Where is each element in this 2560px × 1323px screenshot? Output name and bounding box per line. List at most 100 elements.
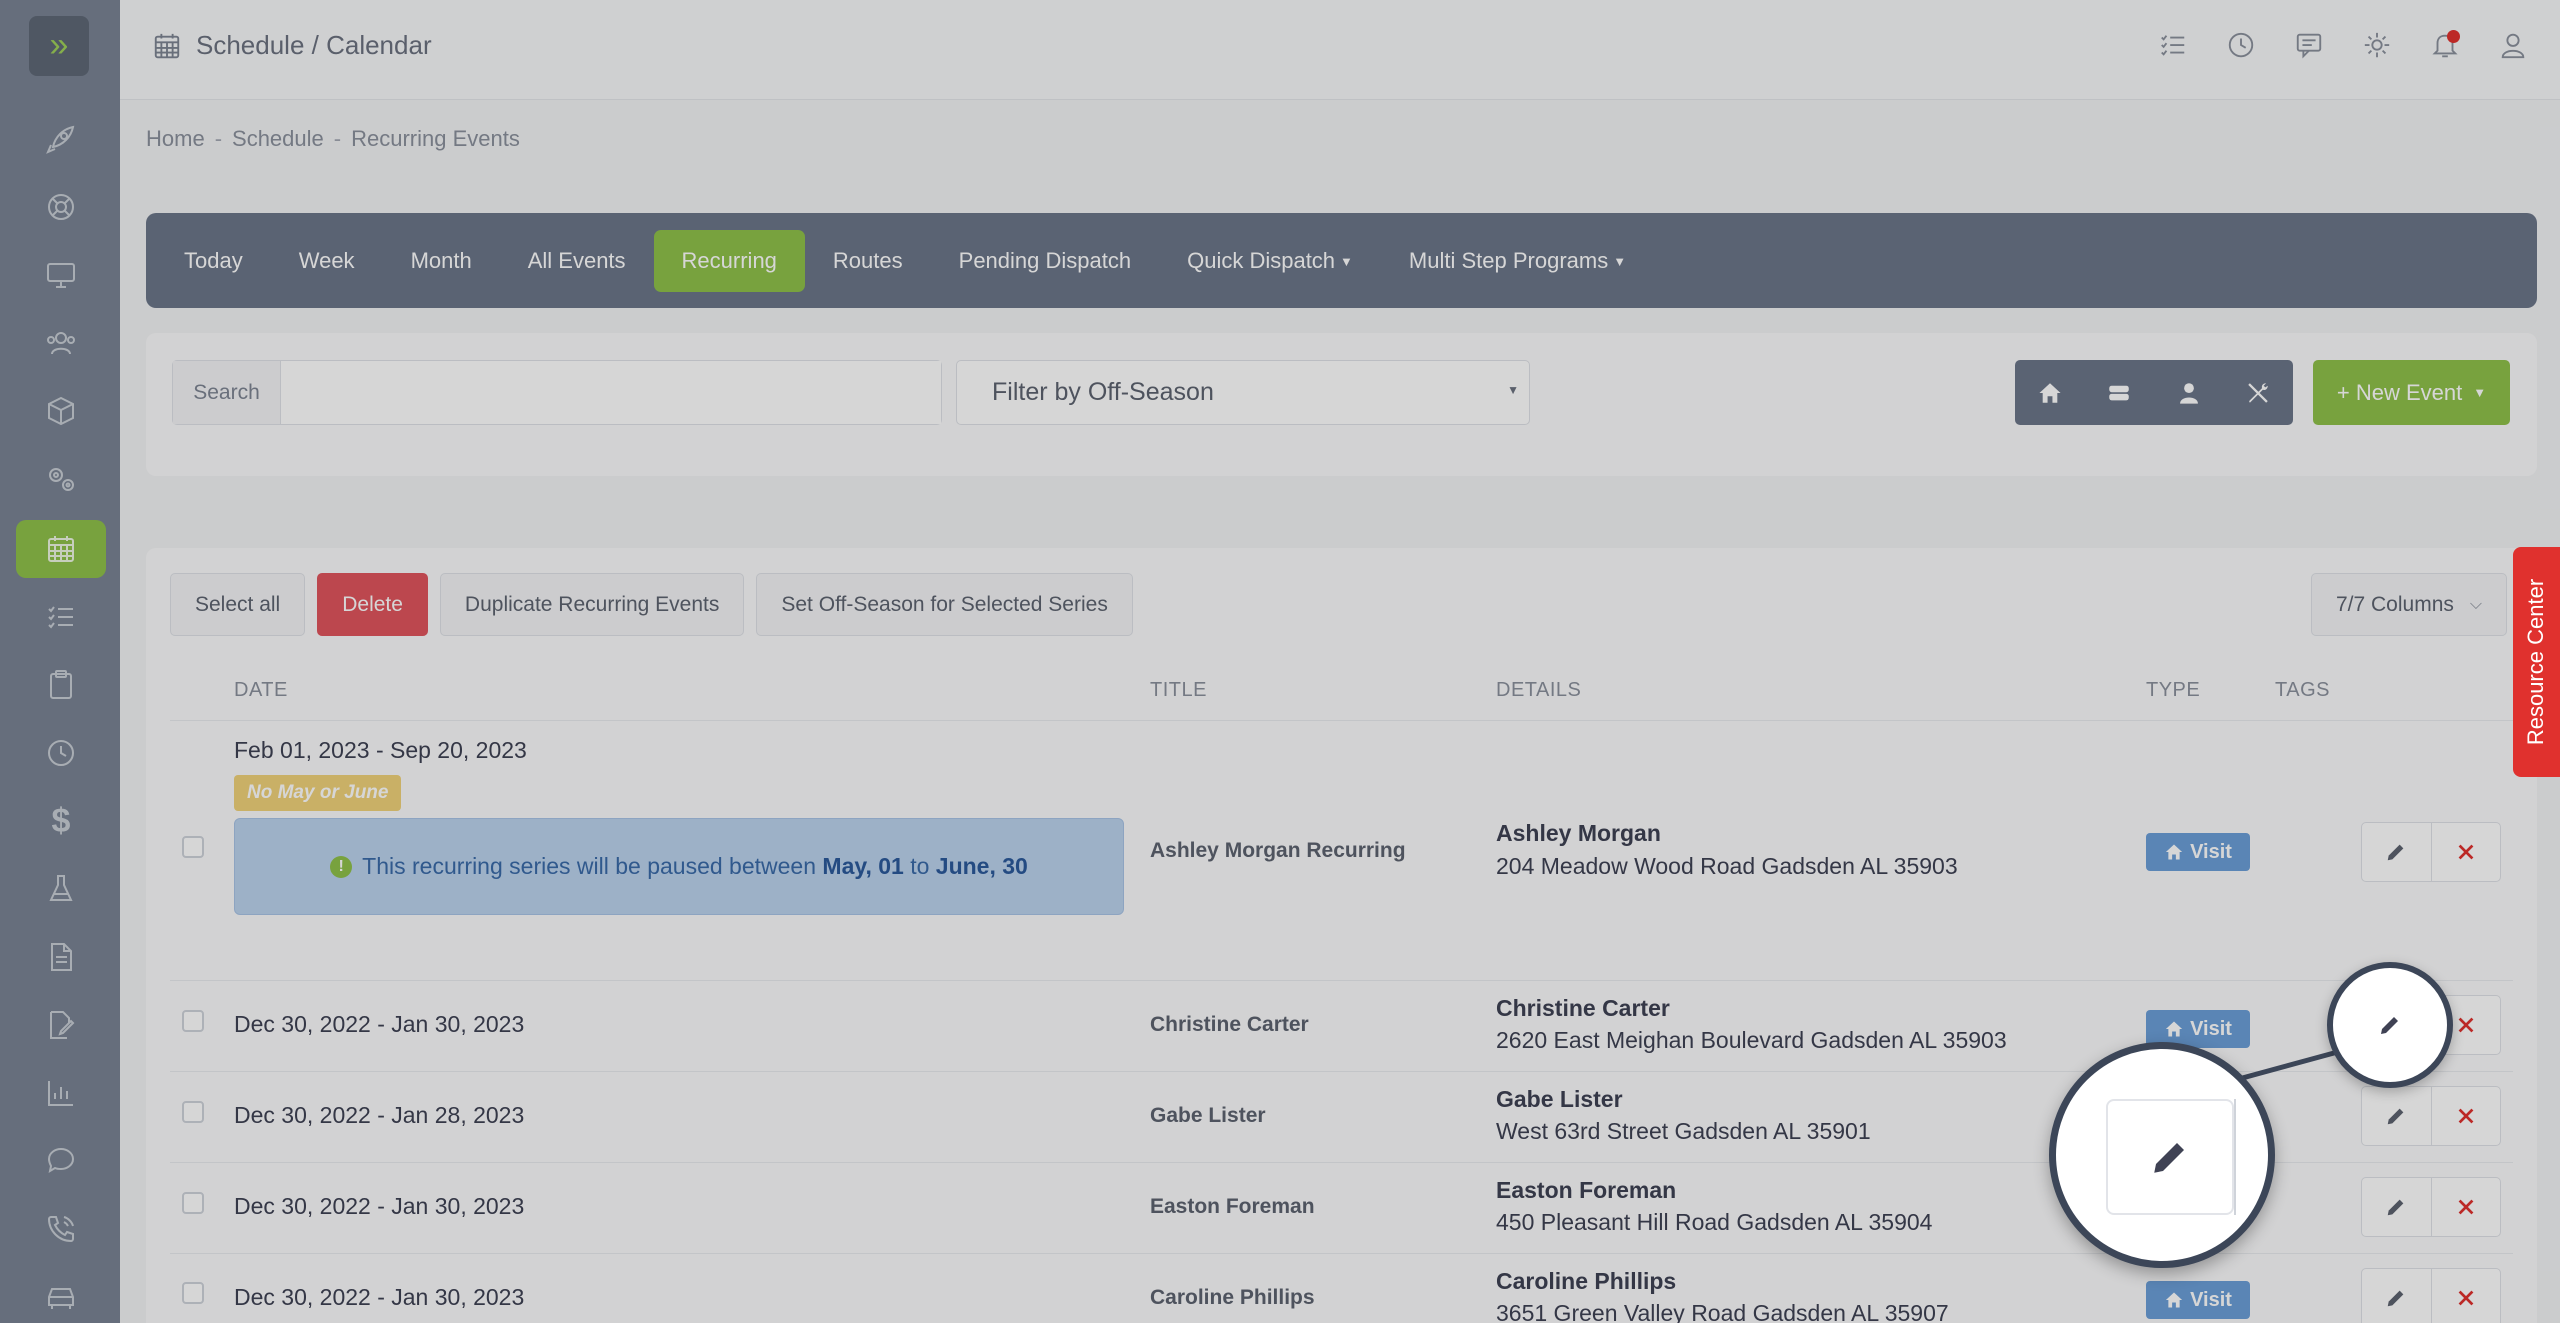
pencil-icon	[2381, 1017, 2398, 1034]
sidebar-item-reports[interactable]	[16, 1064, 106, 1122]
row-checkbox[interactable]	[182, 1192, 204, 1214]
sidebar-item-contracts[interactable]	[16, 996, 106, 1054]
sidebar-item-lab[interactable]	[16, 860, 106, 918]
settings-header-button[interactable]	[2362, 30, 2394, 62]
vehicle-icon	[48, 1288, 74, 1309]
columns-toggle-button[interactable]: 7/7 Columns ⌵	[2311, 573, 2507, 636]
sidebar-item-rocket[interactable]	[16, 110, 106, 168]
service-filter-button[interactable]	[2224, 360, 2294, 425]
highlighted-edit-button[interactable]	[2327, 962, 2453, 1088]
tab-routes[interactable]: Routes	[805, 230, 931, 292]
duplicate-recurring-button[interactable]: Duplicate Recurring Events	[439, 573, 745, 636]
delete-row-button[interactable]	[2430, 1178, 2501, 1236]
row-title[interactable]: Caroline Phillips	[1150, 1286, 1315, 1310]
sidebar-item-documents[interactable]	[16, 928, 106, 986]
sidebar-item-settings[interactable]	[16, 450, 106, 508]
phone-icon	[47, 1216, 74, 1243]
row-customer-name: Gabe Lister	[1496, 1086, 1623, 1112]
sidebar-item-support[interactable]	[16, 178, 106, 236]
tab-quick-dispatch[interactable]: Quick Dispatch ▼	[1159, 230, 1381, 292]
type-badge-label: Visit	[2190, 840, 2232, 863]
tab-week[interactable]: Week	[271, 230, 383, 292]
delete-row-button[interactable]	[2430, 1087, 2501, 1145]
tab-month[interactable]: Month	[383, 230, 500, 292]
messages-header-button[interactable]	[2294, 30, 2326, 62]
column-header-date[interactable]: DATE	[234, 679, 288, 702]
timesheet-header-button[interactable]	[2226, 30, 2258, 62]
home-filter-button[interactable]	[2015, 360, 2085, 425]
breadcrumb-home[interactable]: Home	[146, 126, 205, 152]
sidebar-item-messages[interactable]	[16, 1132, 106, 1190]
edit-button[interactable]	[2362, 823, 2431, 881]
set-offseason-button[interactable]: Set Off-Season for Selected Series	[756, 573, 1133, 636]
gear-icon	[2364, 32, 2390, 58]
sidebar-toggle-button[interactable]: »	[29, 16, 89, 76]
tab-multi-step-programs[interactable]: Multi Step Programs ▼	[1381, 230, 1654, 292]
row-customer-name: Ashley Morgan	[1496, 820, 1661, 846]
sidebar-item-customers[interactable]	[16, 314, 106, 372]
routes-filter-button[interactable]	[2085, 360, 2155, 425]
row-customer-name: Caroline Phillips	[1496, 1268, 1677, 1294]
checklist-icon	[48, 606, 73, 629]
sidebar-item-tasks[interactable]	[16, 588, 106, 646]
pause-alert-text: This recurring series will be paused bet…	[362, 853, 1028, 880]
edit-button[interactable]	[2362, 1269, 2431, 1323]
select-all-button[interactable]: Select all	[170, 573, 306, 636]
offseason-filter-select[interactable]: Filter by Off-Season ▼	[956, 360, 1530, 425]
row-checkbox[interactable]	[182, 1282, 204, 1304]
tasks-header-button[interactable]	[2158, 30, 2190, 62]
caret-down-icon: ▼	[1340, 253, 1353, 269]
sidebar-item-schedule[interactable]	[16, 520, 106, 578]
row-address: 204 Meadow Wood Road Gadsden AL 35903	[1496, 853, 1958, 879]
breadcrumb-current: Recurring Events	[351, 126, 520, 151]
tab-today[interactable]: Today	[156, 230, 271, 292]
breadcrumb-schedule[interactable]: Schedule	[232, 126, 324, 152]
caret-down-icon: ▼	[1613, 253, 1627, 269]
delete-row-button[interactable]	[2430, 1269, 2501, 1323]
checklist-icon	[2161, 35, 2185, 56]
tab-recurring[interactable]: Recurring	[653, 229, 805, 292]
header-divider	[170, 720, 2513, 721]
row-checkbox[interactable]	[182, 836, 204, 858]
columns-toggle-label: 7/7 Columns	[2335, 592, 2454, 616]
column-header-title[interactable]: TITLE	[1150, 679, 1207, 702]
page-title: Schedule / Calendar	[152, 30, 432, 61]
row-address: 2620 East Meighan Boulevard Gadsden AL 3…	[1496, 1027, 2007, 1053]
tab-all-events[interactable]: All Events	[500, 230, 654, 292]
sidebar: » $	[0, 0, 120, 1323]
row-date: Dec 30, 2022 - Jan 28, 2023	[234, 1102, 525, 1128]
type-badge: Visit	[2146, 833, 2250, 871]
search-input[interactable]	[281, 361, 941, 424]
row-checkbox[interactable]	[182, 1101, 204, 1123]
edit-button[interactable]	[2362, 1087, 2431, 1145]
delete-row-button[interactable]	[2430, 823, 2501, 881]
user-header-button[interactable]	[2498, 30, 2530, 62]
notifications-header-button[interactable]	[2430, 30, 2462, 62]
sidebar-item-billing[interactable]: $	[16, 792, 106, 850]
info-icon: !	[330, 855, 353, 878]
technician-filter-button[interactable]	[2154, 360, 2224, 425]
column-header-tags[interactable]: TAGS	[2275, 679, 2330, 702]
tab-pending-dispatch[interactable]: Pending Dispatch	[931, 230, 1159, 292]
resource-center-tab[interactable]: Resource Center	[2513, 547, 2560, 777]
server-icon	[2109, 385, 2129, 400]
sidebar-item-clipboard[interactable]	[16, 656, 106, 714]
row-title[interactable]: Ashley Morgan Recurring	[1150, 839, 1406, 863]
row-title[interactable]: Easton Foreman	[1150, 1195, 1315, 1219]
sidebar-item-vehicles[interactable]	[16, 1268, 106, 1323]
delete-button[interactable]: Delete	[317, 573, 428, 636]
lifebuoy-icon	[48, 194, 74, 220]
row-title[interactable]: Christine Carter	[1150, 1013, 1309, 1037]
column-header-details[interactable]: DETAILS	[1496, 679, 1581, 702]
sidebar-item-inventory[interactable]	[16, 382, 106, 440]
row-checkbox[interactable]	[182, 1010, 204, 1032]
sidebar-item-time[interactable]	[16, 724, 106, 782]
row-title[interactable]: Gabe Lister	[1150, 1104, 1266, 1128]
sidebar-item-calls[interactable]	[16, 1200, 106, 1258]
close-icon	[2458, 1108, 2474, 1124]
new-event-button[interactable]: + New Event ▼	[2313, 360, 2510, 425]
edit-button[interactable]	[2362, 1178, 2431, 1236]
close-icon	[2458, 844, 2474, 860]
column-header-type[interactable]: TYPE	[2146, 679, 2200, 702]
sidebar-item-dashboard[interactable]	[16, 246, 106, 304]
